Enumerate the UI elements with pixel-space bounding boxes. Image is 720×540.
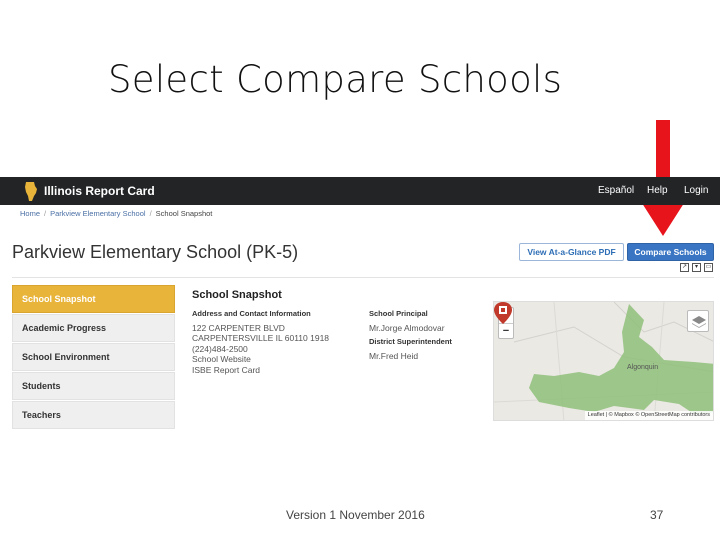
sidebar-item-teachers[interactable]: Teachers [12,401,175,429]
sidebar-item-students[interactable]: Students [12,372,175,400]
illinois-logo-icon [25,182,37,201]
share-icon[interactable]: ↗ [680,263,689,272]
sidebar-item-school-snapshot[interactable]: School Snapshot [12,285,175,313]
address-column: Address and Contact Information 122 CARP… [192,309,329,375]
breadcrumb-separator: / [44,209,47,218]
address-label: Address and Contact Information [192,309,311,318]
snapshot-heading: School Snapshot [192,289,282,301]
breadcrumb-school[interactable]: Parkview Elementary School [50,209,145,218]
school-name: Parkview Elementary School [12,242,242,262]
superintendent-name: Mr.Fred Heid [369,350,419,361]
top-nav-bar: Illinois Report Card Español Help Login [0,177,720,205]
sidebar-item-school-environment[interactable]: School Environment [12,343,175,371]
compare-schools-button[interactable]: Compare Schools [627,243,714,261]
snapshot-panel: School Snapshot Address and Contact Info… [192,289,452,375]
map-terrain [494,302,713,420]
footer-version: Version 1 November 2016 [286,508,425,522]
school-website-link[interactable]: School Website [192,354,329,365]
map-attribution[interactable]: Leaflet | © Mapbox © OpenStreetMap contr… [584,411,713,420]
breadcrumb-separator: / [149,209,152,218]
sidebar: School Snapshot Academic Progress School… [12,285,175,430]
site-brand[interactable]: Illinois Report Card [44,184,155,198]
breadcrumb: Home / Parkview Elementary School / School S… [20,209,212,218]
address-line-2: CARPENTERSVILLE IL 60110 1918 [192,333,330,343]
map-layers-button[interactable] [687,310,709,332]
website-screenshot: Illinois Report Card Español Help Login … [0,177,720,443]
page-number: 37 [650,508,664,522]
breadcrumb-current: School Snapshot [155,209,213,218]
superintendent-label: District Superintendent [369,337,452,346]
nav-link-help[interactable]: Help [647,185,668,196]
staff-column: School Principal Mr.Jorge Almodovar Dist… [369,309,452,361]
page-tools: ↗ ▾ ▭ [680,263,713,272]
breadcrumb-home[interactable]: Home [20,209,40,218]
school-pin-icon[interactable] [494,302,512,324]
print-icon[interactable]: ▭ [704,263,713,272]
nav-link-espanol[interactable]: Español [598,185,634,196]
school-location-map[interactable]: + − Algonquin Leaflet | © Mapbox © OpenS… [493,301,714,421]
map-town-label: Algonquin [627,364,659,371]
principal-name: Mr.Jorge Almodovar [369,322,445,333]
page-title: Parkview Elementary School (PK-5) [12,242,298,263]
isbe-report-card-link[interactable]: ISBE Report Card [192,365,329,376]
layers-icon [692,316,706,328]
sidebar-item-academic-progress[interactable]: Academic Progress [12,314,175,342]
view-at-a-glance-pdf-button[interactable]: View At-a-Glance PDF [519,243,624,261]
nav-link-login[interactable]: Login [684,185,708,196]
school-grades: (PK-5) [246,242,299,262]
principal-label: School Principal [369,309,428,318]
divider [12,277,714,278]
slide-title: Select Compare Schools [108,58,563,101]
address-line-1: 122 CARPENTER BLVD [192,322,285,333]
zoom-out-button[interactable]: − [499,323,513,338]
download-icon[interactable]: ▾ [692,263,701,272]
phone-number: (224)484-2500 [192,343,248,354]
